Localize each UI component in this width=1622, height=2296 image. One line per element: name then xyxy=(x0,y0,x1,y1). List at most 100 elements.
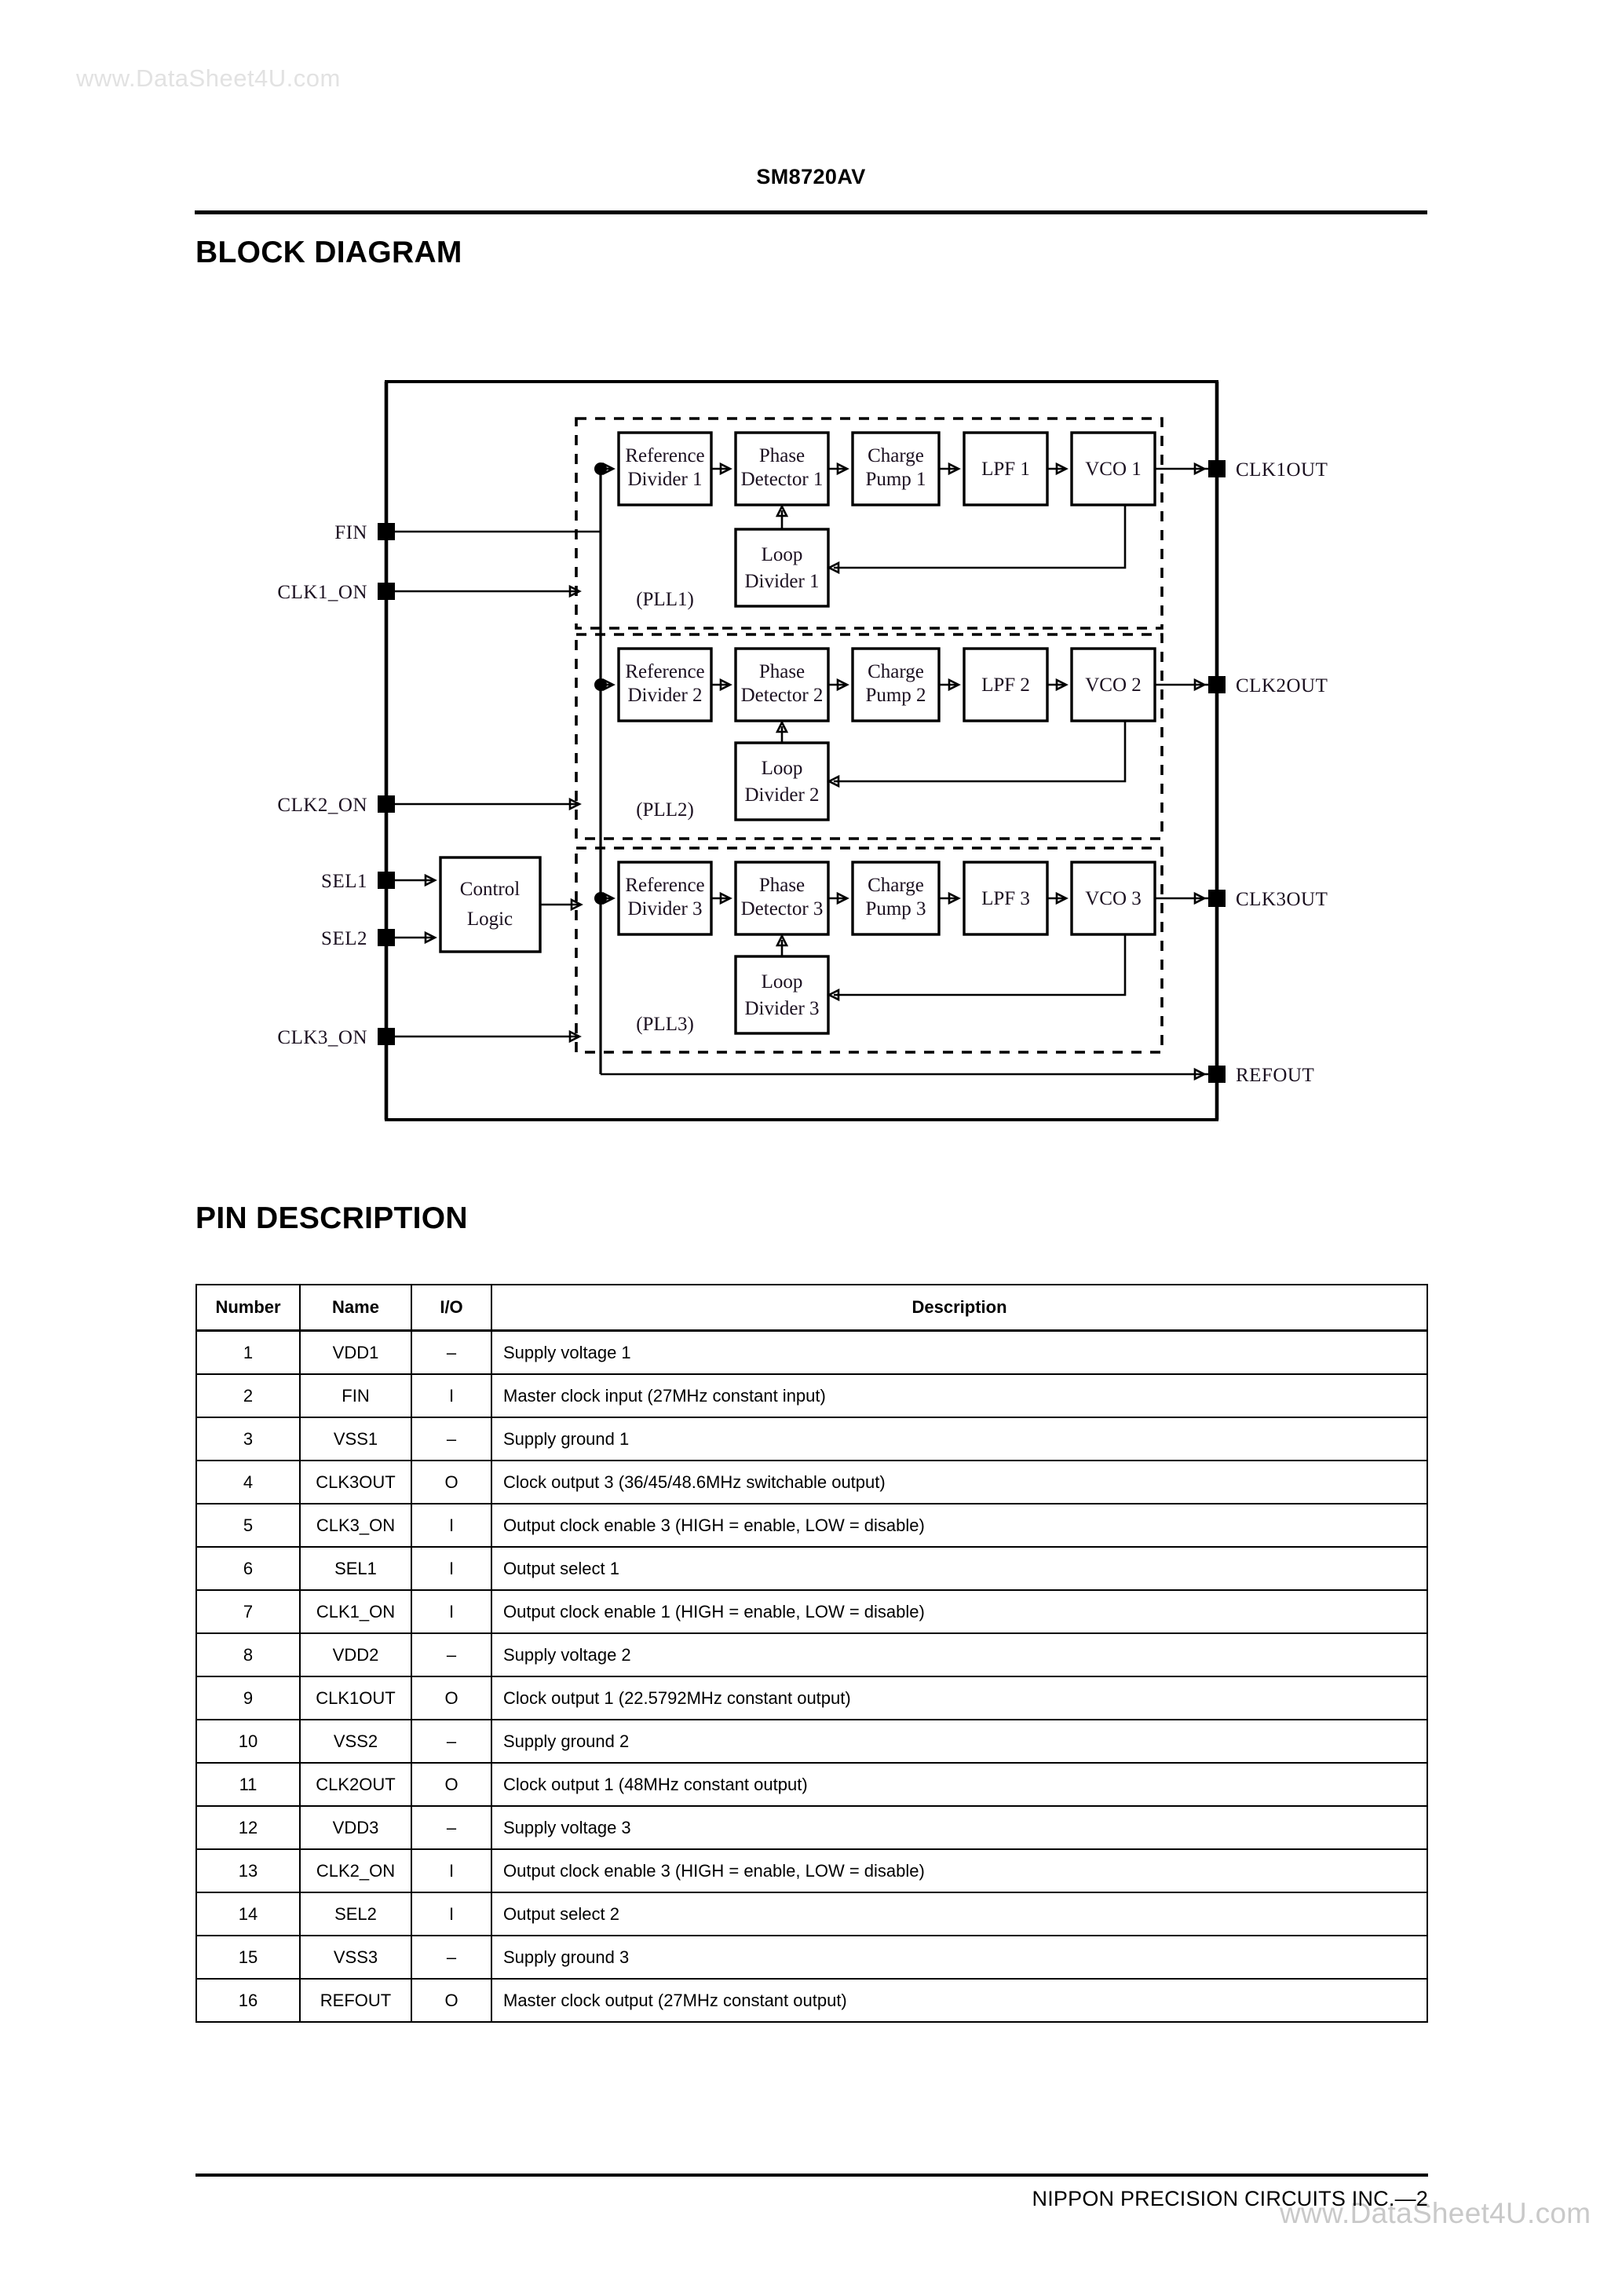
phase-detector-3-label-2: Detector 3 xyxy=(741,898,824,919)
arrow-fin-to-refdiv3 xyxy=(602,891,616,905)
table-row: 5 CLK3_ON I Output clock enable 3 (HIGH … xyxy=(195,1503,1428,1548)
pin-marker-clk3out[interactable] xyxy=(1208,890,1226,907)
cell-description: Output select 2 xyxy=(491,1892,1428,1936)
cell-description: Output clock enable 3 (HIGH = enable, LO… xyxy=(491,1503,1428,1548)
arrow-lpf1-to-vco1 xyxy=(1055,462,1069,476)
cell-name: VSS3 xyxy=(299,1935,412,1980)
wire-fin xyxy=(395,469,602,533)
charge-pump-3-label-1: Charge xyxy=(868,875,924,896)
pin-marker-clk1out[interactable] xyxy=(1208,460,1226,477)
arrow-vco1-to-clk1out xyxy=(1193,462,1207,476)
charge-pump-2-box xyxy=(851,647,941,722)
header-divider xyxy=(195,210,1427,214)
table-row: 14 SEL2 I Output select 2 xyxy=(195,1892,1428,1936)
arrow-vco1-feedback-1 xyxy=(827,561,840,575)
footer-divider xyxy=(195,2174,1428,2177)
cell-description: Output clock enable 3 (HIGH = enable, LO… xyxy=(491,1848,1428,1893)
arrow-pump3-to-lpf3 xyxy=(948,891,961,905)
column-header-name: Name xyxy=(299,1284,412,1332)
cell-number: 5 xyxy=(195,1503,301,1548)
cell-description: Clock output 1 (22.5792MHz constant outp… xyxy=(491,1676,1428,1720)
pin-label-fin: FIN xyxy=(334,522,367,543)
pin-marker-fin[interactable] xyxy=(378,523,395,540)
cell-name: SEL1 xyxy=(299,1546,412,1591)
control-logic-label-1: Control xyxy=(460,879,520,900)
loop-divider-3-label-1: Loop xyxy=(762,971,803,993)
pin-marker-clk1-on[interactable] xyxy=(378,583,395,600)
arrow-loopdiv1-to-phasedet1 xyxy=(775,504,789,517)
wire-vco3-feedback-3 xyxy=(834,934,1127,996)
pll2-tag: (PLL2) xyxy=(636,799,694,821)
charge-pump-1-box xyxy=(851,431,941,506)
arrow-vco2-feedback-2 xyxy=(827,774,840,788)
cell-io: O xyxy=(411,1460,492,1504)
arrow-lpf3-to-vco3 xyxy=(1055,891,1069,905)
pin-description-heading: PIN DESCRIPTION xyxy=(195,1201,468,1235)
lpf-1-box xyxy=(963,431,1049,506)
arrow-clk1-on xyxy=(568,584,582,598)
arrow-fin-to-refdiv1 xyxy=(602,462,616,476)
pll1-tag: (PLL1) xyxy=(636,589,694,610)
cell-io: I xyxy=(411,1546,492,1591)
lpf-3-box xyxy=(963,861,1049,936)
arrow-refdiv1-to-phasedet1 xyxy=(719,462,732,476)
block-diagram-heading: BLOCK DIAGRAM xyxy=(195,236,462,269)
lpf-2-box xyxy=(963,647,1049,722)
table-row: 12 VDD3 – Supply voltage 3 xyxy=(195,1805,1428,1850)
cell-name: CLK1OUT xyxy=(299,1676,412,1720)
phase-detector-2-label-2: Detector 2 xyxy=(741,685,824,706)
cell-description: Master clock output (27MHz constant outp… xyxy=(491,1978,1428,2023)
charge-pump-1-label-1: Charge xyxy=(868,445,924,466)
pin-marker-clk2-on[interactable] xyxy=(378,795,395,813)
reference-divider-2-box xyxy=(617,647,713,722)
cell-description: Supply ground 1 xyxy=(491,1417,1428,1461)
vco-3-label: VCO 3 xyxy=(1085,888,1142,909)
control-logic-box xyxy=(439,856,542,953)
pin-label-clk3out: CLK3OUT xyxy=(1236,889,1328,910)
loop-divider-2-box xyxy=(734,741,830,821)
datasheet-page: www.DataSheet4U.com www.DataSheet4U.com … xyxy=(0,0,1622,2296)
column-header-io: I/O xyxy=(411,1284,492,1332)
table-row: 9 CLK1OUT O Clock output 1 (22.5792MHz c… xyxy=(195,1676,1428,1720)
table-row: 6 SEL1 I Output select 1 xyxy=(195,1546,1428,1591)
lpf-1-label: LPF 1 xyxy=(981,459,1030,480)
pin-marker-sel2[interactable] xyxy=(378,929,395,946)
cell-io: – xyxy=(411,1719,492,1764)
arrow-pump2-to-lpf2 xyxy=(948,678,961,692)
cell-number: 4 xyxy=(195,1460,301,1504)
table-row: 3 VSS1 – Supply ground 1 xyxy=(195,1417,1428,1461)
pin-marker-sel1[interactable] xyxy=(378,872,395,889)
pin-marker-refout[interactable] xyxy=(1208,1066,1226,1083)
cell-name: VDD1 xyxy=(299,1329,412,1375)
pin-marker-clk2out[interactable] xyxy=(1208,676,1226,693)
cell-description: Master clock input (27MHz constant input… xyxy=(491,1373,1428,1418)
pin-marker-clk3-on[interactable] xyxy=(378,1028,395,1045)
cell-io: I xyxy=(411,1373,492,1418)
charge-pump-2-label-2: Pump 2 xyxy=(865,685,926,706)
cell-io: – xyxy=(411,1329,492,1375)
watermark-top: www.DataSheet4U.com xyxy=(76,64,341,92)
phase-detector-2-label-1: Phase xyxy=(759,661,805,682)
pll3-tag: (PLL3) xyxy=(636,1014,694,1035)
junction-dot-pll3 xyxy=(594,892,607,905)
table-row: 13 CLK2_ON I Output clock enable 3 (HIGH… xyxy=(195,1848,1428,1893)
pin-label-clk2-on: CLK2_ON xyxy=(277,795,367,816)
cell-number: 3 xyxy=(195,1417,301,1461)
loop-divider-2-label-1: Loop xyxy=(762,758,803,779)
arrow-loopdiv2-to-phasedet2 xyxy=(775,720,789,733)
cell-number: 15 xyxy=(195,1935,301,1980)
phase-detector-1-box xyxy=(734,431,830,506)
vco-1-box xyxy=(1070,431,1156,506)
arrow-vco2-to-clk2out xyxy=(1193,678,1207,692)
column-header-description: Description xyxy=(491,1284,1428,1332)
phase-detector-1-label-2: Detector 1 xyxy=(741,469,824,490)
cell-description: Supply ground 2 xyxy=(491,1719,1428,1764)
charge-pump-3-box xyxy=(851,861,941,936)
vco-1-label: VCO 1 xyxy=(1085,459,1142,480)
cell-name: VSS2 xyxy=(299,1719,412,1764)
loop-divider-1-label-2: Divider 1 xyxy=(744,571,819,592)
table-row: 7 CLK1_ON I Output clock enable 1 (HIGH … xyxy=(195,1589,1428,1634)
cell-number: 2 xyxy=(195,1373,301,1418)
reference-divider-1-label-1: Reference xyxy=(625,445,704,466)
phase-detector-1-label-1: Phase xyxy=(759,445,805,466)
